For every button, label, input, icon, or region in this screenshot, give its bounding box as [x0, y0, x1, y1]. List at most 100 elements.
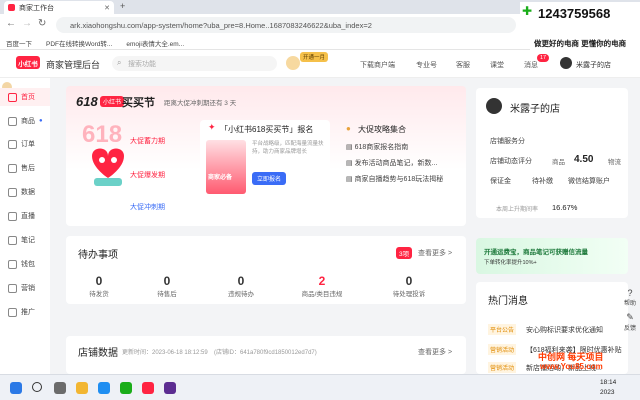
- banner-line1: 开通运费宝，商品笔记可获赠信流量: [484, 249, 588, 256]
- shop-name[interactable]: 米露子的店: [576, 60, 611, 70]
- todo-item[interactable]: 0 违规待办: [202, 274, 280, 298]
- update-time: 更新时间：2023-06-18 18:12:59: [122, 350, 208, 356]
- phase-2: 大促爆发期: [130, 172, 165, 179]
- rating-sub: 商品: [552, 159, 565, 166]
- nav-download[interactable]: 下载商户端: [360, 60, 395, 70]
- nav-pro-account[interactable]: 专业号: [416, 60, 437, 70]
- sidebar-item-data[interactable]: 数据: [0, 183, 50, 201]
- bookmark-item[interactable]: 百度一下: [6, 38, 32, 48]
- bookmark-item[interactable]: emoji表情大全.em...: [126, 38, 184, 48]
- rating-label: 店铺动态评分: [490, 158, 532, 165]
- guide-title: 大促攻略集合: [358, 125, 406, 134]
- sidebar-item-promotion[interactable]: 推广: [0, 303, 50, 321]
- close-icon[interactable]: ✕: [104, 4, 110, 12]
- promotion-icon: [8, 307, 17, 317]
- new-tab-icon[interactable]: +: [120, 1, 125, 11]
- phase-3: 大促冲刺期: [130, 204, 165, 211]
- sidebar-item-label: 直播: [21, 213, 35, 220]
- promo-tag: 小红书: [100, 96, 125, 107]
- task-view-icon[interactable]: [54, 382, 66, 394]
- nav-class[interactable]: 课堂: [490, 60, 504, 70]
- wechat-icon[interactable]: [120, 382, 132, 394]
- shop-info-card: 米露子的店 店铺服务分 店铺动态评分 商品 4.50 物流 保证金 待补缴 微信…: [476, 88, 628, 218]
- shipping-banner[interactable]: 开通运费宝，商品笔记可获赠信流量 下单转化率提升10%+: [476, 238, 628, 274]
- forward-icon[interactable]: →: [22, 18, 32, 29]
- phase-1: 大促蓄力期: [130, 138, 165, 145]
- edge-icon[interactable]: [98, 382, 110, 394]
- sidebar-item-marketing[interactable]: 营销: [0, 279, 50, 297]
- sidebar-item-orders[interactable]: 订单: [0, 135, 50, 153]
- todo-value: 0: [95, 274, 103, 288]
- live-icon: [8, 211, 17, 221]
- help-label: 帮助: [623, 301, 636, 307]
- mascot-icon[interactable]: [286, 56, 300, 70]
- marketing-icon: [8, 283, 17, 293]
- guide-item-label: 618商家报名指南: [354, 144, 409, 151]
- folder-icon[interactable]: [76, 382, 88, 394]
- todo-more-link[interactable]: 查看更多 >: [418, 248, 452, 258]
- wechat-account[interactable]: 微信结算账户: [568, 176, 610, 186]
- feedback-button[interactable]: ✎ 反馈: [620, 312, 640, 332]
- feedback-label: 反馈: [623, 326, 636, 332]
- promo-618-graphic: 618: [78, 116, 138, 196]
- help-button[interactable]: ? 帮助: [620, 288, 640, 307]
- signup-desc: 平台战略级，匹配海量流量扶持，助力商家品牌增长: [252, 141, 324, 155]
- shop-card-name: 米露子的店: [510, 104, 560, 115]
- browser-tab[interactable]: 商家工作台 ✕: [4, 1, 114, 14]
- todo-item[interactable]: 0 待发货: [66, 274, 132, 298]
- sidebar-item-products[interactable]: 商品 ●: [0, 112, 50, 130]
- guide-item[interactable]: ▤ 发布活动商品笔记，新数...: [346, 158, 437, 168]
- service-score-title: 店铺服务分: [490, 138, 525, 145]
- home-icon: [8, 92, 17, 102]
- sidebar-item-label: 售后: [21, 165, 35, 172]
- url-text: ark.xiaohongshu.com/app-system/home?uba_…: [70, 20, 372, 30]
- sidebar-item-wallet[interactable]: 钱包: [0, 255, 50, 273]
- wallet-icon: [8, 259, 17, 269]
- windows-start-icon[interactable]: [10, 382, 22, 394]
- sidebar-item-label: 钱包: [21, 261, 35, 268]
- back-icon[interactable]: ←: [6, 18, 16, 29]
- todo-item[interactable]: 2 商品/类目违规: [280, 274, 364, 298]
- signup-button[interactable]: 立即报名: [252, 172, 287, 185]
- nav-service[interactable]: 客服: [456, 60, 470, 70]
- sidebar-item-label: 订单: [21, 141, 35, 148]
- deposit-status[interactable]: 待补缴: [532, 176, 553, 186]
- sidebar-item-label: 首页: [21, 94, 35, 101]
- news-item[interactable]: 安心购标识要求优化通知: [526, 325, 603, 335]
- todo-item[interactable]: 0 待处理投诉: [364, 274, 454, 298]
- app-icon[interactable]: [164, 382, 176, 394]
- todo-item[interactable]: 0 待售后: [132, 274, 202, 298]
- product-icon: [8, 116, 17, 126]
- bookmark-item[interactable]: PDF在线转换Word转...: [46, 38, 112, 48]
- logo[interactable]: 小红书: [16, 56, 40, 69]
- todo-value: 0: [163, 274, 171, 288]
- sidebar-item-label: 数据: [21, 189, 35, 196]
- sidebar-item-notes[interactable]: 笔记: [0, 231, 50, 249]
- site-title: 商家管理后台: [46, 60, 101, 70]
- sidebar-item-aftersales[interactable]: 售后: [0, 159, 50, 177]
- search-input[interactable]: ⌕ 搜索功能: [112, 56, 277, 71]
- sidebar-item-live[interactable]: 直播: [0, 207, 50, 225]
- reload-icon[interactable]: ↻: [38, 18, 46, 29]
- avatar[interactable]: [560, 57, 572, 69]
- rate-value: 16.67%: [552, 203, 578, 212]
- news-tag: 营销活动: [488, 362, 517, 373]
- signup-card[interactable]: ✦ 「小红书618买买节」报名 商家必备 平台战略级，匹配海量流量扶持，助力商家…: [200, 120, 330, 204]
- message-badge: 17: [537, 54, 550, 62]
- signup-image: 商家必备: [206, 140, 246, 194]
- nav-messages[interactable]: 消息: [524, 60, 538, 70]
- sidebar-item-home[interactable]: 首页: [0, 88, 50, 106]
- help-icon: ?: [627, 288, 633, 298]
- guide-item[interactable]: ▤ 618商家报名指南: [346, 142, 408, 152]
- shop-data-more-link[interactable]: 查看更多 >: [418, 347, 452, 357]
- address-bar[interactable]: ark.xiaohongshu.com/app-system/home?uba_…: [56, 17, 516, 33]
- guide-item[interactable]: ▤ 商家自播趋势与618玩法揭秘: [346, 174, 443, 184]
- todo-card: 待办事项 3项 查看更多 > 0 待发货 0 待售后 0 违规待办 2 商品/类目违规 …: [66, 236, 466, 304]
- search-icon[interactable]: [32, 382, 42, 392]
- shop-data-title: 店铺数据: [78, 348, 118, 359]
- promo-card: 618 小红书 买买节 距离大促冲刺期还有 3 天 618 大促蓄力期 大促爆发…: [66, 86, 466, 226]
- clock-time: 18:14: [600, 379, 617, 386]
- shop-data-card: 店铺数据 更新时间：2023-06-18 18:12:59 (店铺ID：641a…: [66, 336, 466, 374]
- deposit-label: 保证金: [490, 178, 511, 185]
- browser-icon[interactable]: [142, 382, 154, 394]
